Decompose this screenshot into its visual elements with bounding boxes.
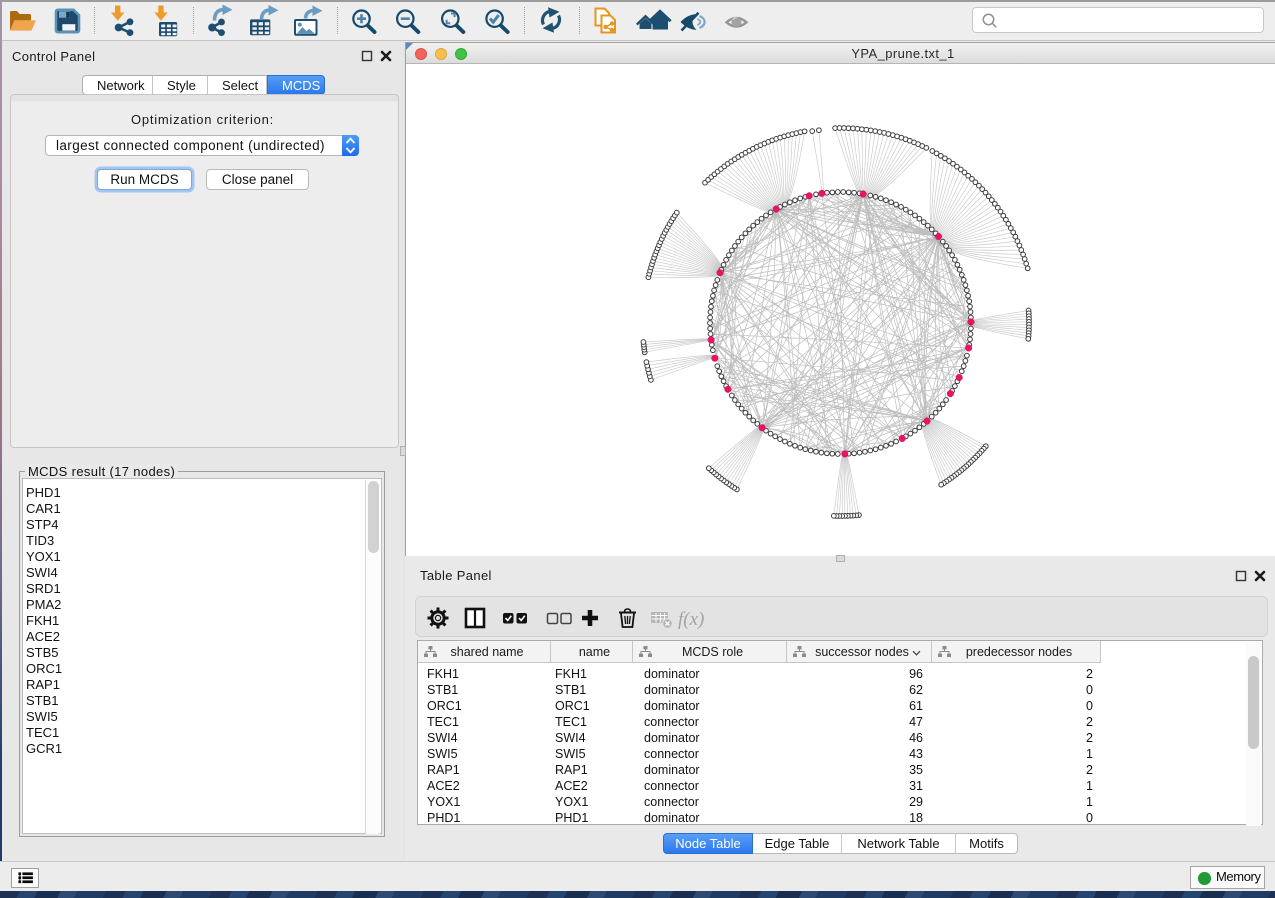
svg-text:f(x): f(x) <box>678 609 704 630</box>
